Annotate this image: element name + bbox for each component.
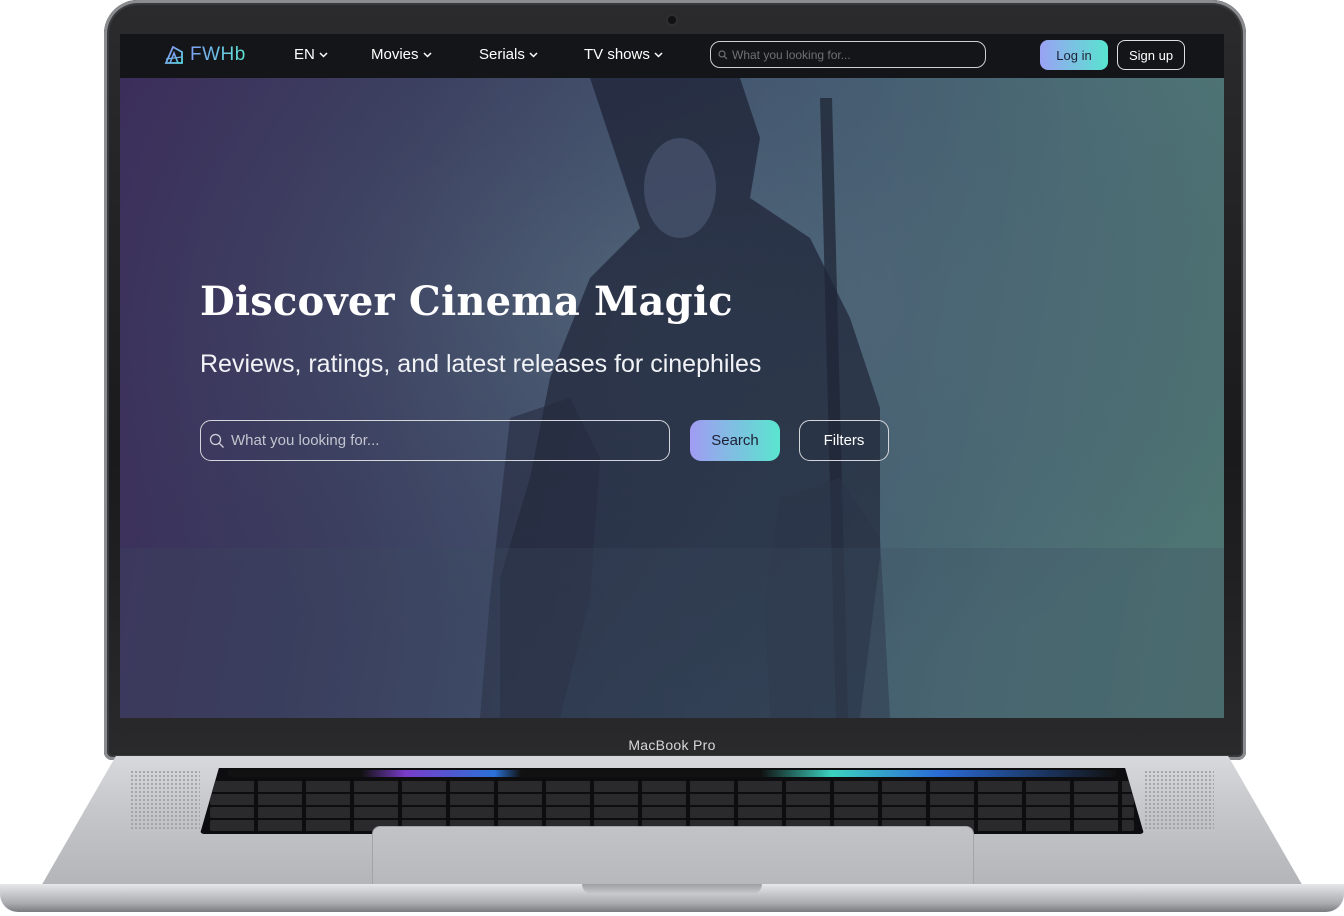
hero-subtitle: Reviews, ratings, and latest releases fo… — [200, 350, 762, 378]
top-navbar: FWHb EN Movies Serials TV shows Log in S… — [120, 34, 1224, 78]
nav-search-input[interactable] — [732, 47, 972, 62]
brand-name: FWHb — [190, 44, 246, 65]
nav-item-label: Movies — [371, 46, 419, 63]
language-label: EN — [294, 46, 315, 63]
keyboard — [200, 768, 1144, 834]
device-label: MacBook Pro — [628, 737, 716, 753]
search-button[interactable]: Search — [690, 420, 780, 461]
brand-logo[interactable]: FWHb — [164, 44, 246, 66]
chevron-down-icon — [654, 51, 663, 58]
touch-bar — [228, 770, 1116, 777]
search-icon — [209, 433, 224, 448]
hero-title: Discover Cinema Magic — [200, 278, 733, 325]
key-row — [210, 781, 1134, 792]
nav-search-box[interactable] — [710, 41, 986, 68]
language-selector[interactable]: EN — [294, 46, 328, 63]
nav-item-tv-shows[interactable]: TV shows — [584, 46, 663, 63]
nav-item-movies[interactable]: Movies — [371, 46, 432, 63]
nav-item-label: TV shows — [584, 46, 650, 63]
hero-search-box[interactable] — [200, 420, 670, 461]
key-row — [210, 794, 1134, 805]
trackpad — [372, 826, 974, 885]
logo-icon — [164, 45, 183, 64]
laptop-base — [0, 756, 1344, 916]
hero-search-input[interactable] — [231, 432, 651, 449]
hero-section: Discover Cinema Magic Reviews, ratings, … — [120, 78, 1224, 718]
search-icon — [718, 49, 728, 59]
speaker-grille — [130, 770, 200, 830]
nav-item-serials[interactable]: Serials — [479, 46, 538, 63]
chevron-down-icon — [319, 51, 328, 58]
signup-button[interactable]: Sign up — [1117, 40, 1185, 70]
key-row — [210, 807, 1134, 818]
hero-background-image — [120, 78, 1224, 718]
speaker-grille — [1144, 770, 1214, 830]
camera-icon — [668, 16, 676, 24]
chevron-down-icon — [529, 51, 538, 58]
chevron-down-icon — [422, 51, 432, 58]
lid-notch — [582, 884, 762, 894]
login-button[interactable]: Log in — [1040, 40, 1108, 70]
filters-button[interactable]: Filters — [799, 420, 889, 461]
browser-screen: FWHb EN Movies Serials TV shows Log in S… — [120, 34, 1224, 718]
nav-item-label: Serials — [479, 46, 525, 63]
